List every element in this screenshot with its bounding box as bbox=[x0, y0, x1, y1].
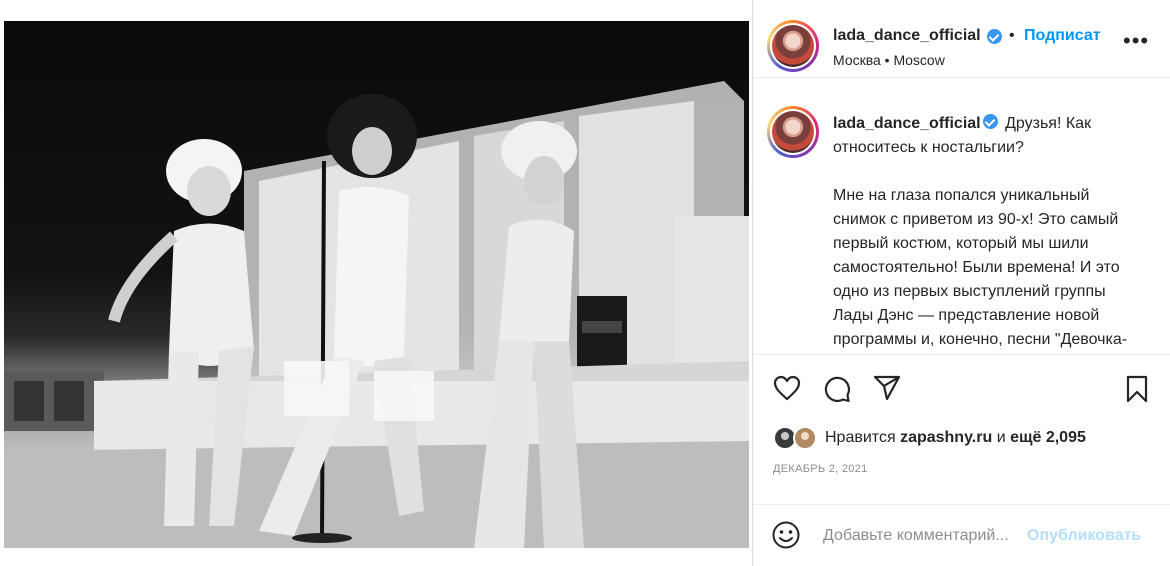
action-bar bbox=[753, 354, 1170, 420]
verified-badge-icon bbox=[987, 29, 1002, 44]
bookmark-icon[interactable] bbox=[1125, 375, 1149, 403]
photo-illustration bbox=[4, 81, 749, 548]
comment-bar: Опубликовать bbox=[753, 504, 1170, 566]
share-icon[interactable] bbox=[873, 375, 901, 401]
author-avatar[interactable] bbox=[767, 20, 819, 72]
likes-user-link[interactable]: zapashny.ru bbox=[900, 429, 992, 446]
caption-text-2: Мне на глаза попался уникальный снимок с… bbox=[833, 187, 1128, 348]
post-photo[interactable] bbox=[4, 21, 749, 548]
post-caption: lada_dance_official Друзья! Как относите… bbox=[833, 112, 1143, 354]
emoji-smile-icon[interactable] bbox=[771, 520, 801, 550]
author-username[interactable]: lada_dance_official bbox=[833, 27, 981, 45]
header-separator: • bbox=[1009, 27, 1015, 44]
heart-icon[interactable] bbox=[773, 375, 801, 401]
post-header: lada_dance_official • Подписат ••• Москв… bbox=[753, 0, 1170, 78]
post-media-area bbox=[0, 0, 752, 566]
follow-button[interactable]: Подписат bbox=[1024, 27, 1101, 45]
publish-button[interactable]: Опубликовать bbox=[1027, 527, 1141, 545]
instagram-post: lada_dance_official • Подписат ••• Москв… bbox=[0, 0, 1170, 566]
likes-prefix: Нравится bbox=[825, 429, 896, 446]
comment-icon[interactable] bbox=[823, 375, 851, 403]
more-options-icon[interactable]: ••• bbox=[1123, 30, 1149, 52]
caption-area: lada_dance_official Друзья! Как относите… bbox=[753, 96, 1170, 354]
liker-avatar[interactable] bbox=[793, 426, 817, 450]
caption-first-paragraph: lada_dance_official Друзья! Как относите… bbox=[833, 112, 1143, 160]
post-date[interactable]: ДЕКАБРЬ 2, 2021 bbox=[773, 463, 868, 475]
caption-username[interactable]: lada_dance_official bbox=[833, 115, 981, 132]
caption-author-avatar[interactable] bbox=[767, 106, 819, 158]
caption-verified-badge-icon bbox=[982, 114, 998, 130]
comment-input[interactable] bbox=[823, 525, 1023, 547]
likes-text: Нравится zapashny.ru и ещё 2,095 bbox=[825, 429, 1086, 447]
post-location[interactable]: Москва • Moscow bbox=[833, 52, 945, 68]
likes-others-link[interactable]: ещё 2,095 bbox=[1010, 429, 1086, 446]
likes-connector: и bbox=[996, 429, 1006, 446]
post-side-panel: lada_dance_official • Подписат ••• Москв… bbox=[752, 0, 1170, 566]
